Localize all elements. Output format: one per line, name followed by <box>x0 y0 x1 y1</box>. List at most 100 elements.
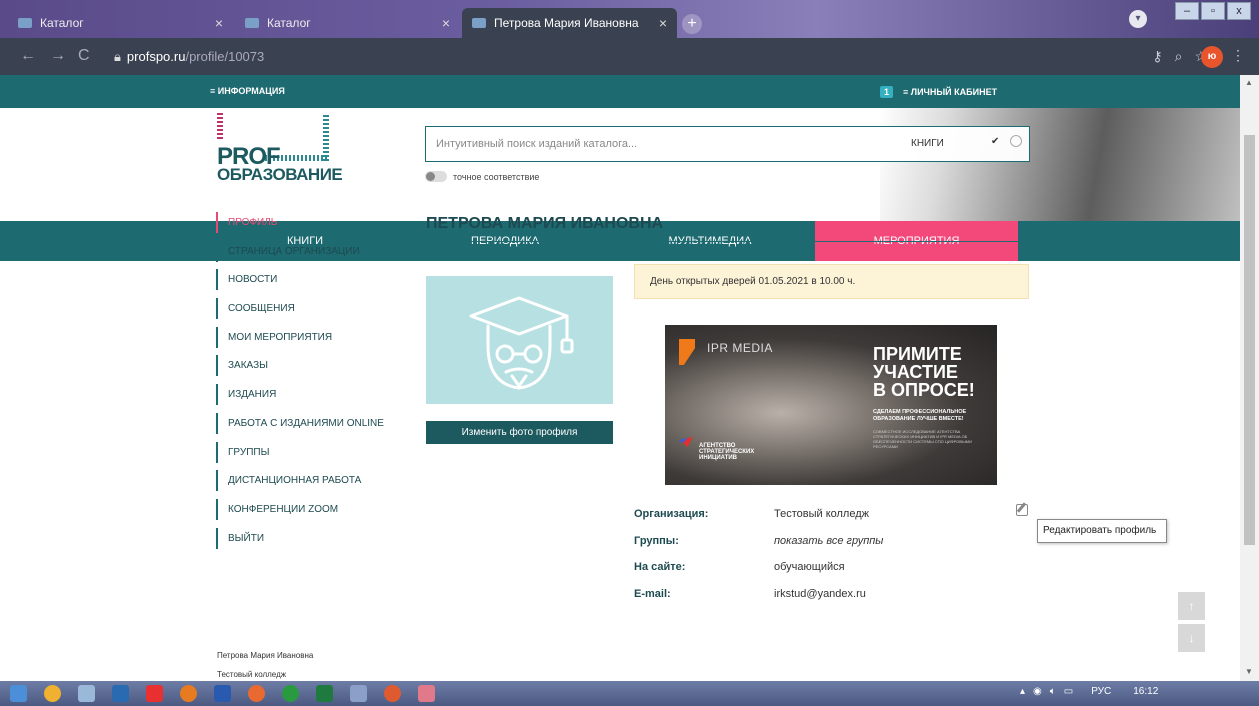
network-icon[interactable]: ◉ <box>1033 686 1042 697</box>
tray-expand-icon[interactable]: ▴ <box>1020 686 1025 697</box>
info-value: обучающийся <box>774 561 845 573</box>
tab-close-icon[interactable]: × <box>442 15 450 31</box>
exact-match-toggle[interactable] <box>425 171 447 182</box>
banner-headline-line: УЧАСТИЕ <box>873 362 958 382</box>
survey-banner[interactable]: IPR MEDIA ПРИМИТЕ УЧАСТИЕ В ОПРОСЕ! СДЕЛ… <box>665 325 997 485</box>
sidebar-item-orders[interactable]: ЗАКАЗЫ <box>216 355 406 377</box>
browser-tab-1[interactable]: Каталог × <box>8 8 233 38</box>
change-photo-button[interactable]: Изменить фото профиля <box>426 421 613 444</box>
chrome-icon[interactable] <box>418 685 435 702</box>
app-icon[interactable] <box>180 685 197 702</box>
sidebar-item-groups[interactable]: ГРУППЫ <box>216 441 406 463</box>
sidebar-item-label: ДИСТАНЦИОННАЯ РАБОТА <box>228 475 362 487</box>
browser-profile-icon[interactable]: ▾ <box>1129 10 1147 28</box>
scroll-down-button[interactable]: ↓ <box>1178 624 1205 652</box>
search-icon[interactable] <box>1010 135 1022 147</box>
maximize-button[interactable]: ▫ <box>1201 2 1225 20</box>
cabinet-menu-link[interactable]: ≡ ЛИЧНЫЙ КАБИНЕТ <box>903 87 997 97</box>
info-menu-link[interactable]: ≡ ИНФОРМАЦИЯ <box>210 86 285 96</box>
notification-badge[interactable]: 1 <box>880 86 894 98</box>
header-photo <box>880 108 1240 221</box>
web-page: ≡ ИНФОРМАЦИЯ 1 ≡ ЛИЧНЫЙ КАБИНЕТ PROF ОБР… <box>0 75 1240 681</box>
banner-brand: IPR MEDIA <box>707 341 773 355</box>
browser-tab-2[interactable]: Каталог × <box>235 8 460 38</box>
scroll-down-arrow-icon[interactable]: ▼ <box>1245 667 1253 676</box>
sidebar-item-publications[interactable]: ИЗДАНИЯ <box>216 384 406 406</box>
banner-fine-print: СОВМЕСТНОЕ ИССЛЕДОВАНИЕ АГЕНТСТВА СТРАТЕ… <box>873 429 972 449</box>
new-tab-button[interactable]: + <box>682 14 702 34</box>
graduate-avatar-icon <box>469 296 574 390</box>
sidebar-item-label: ВЫЙТИ <box>228 532 265 544</box>
browser-tab-active[interactable]: Петрова Мария Ивановна × <box>462 8 677 38</box>
chevron-down-icon[interactable]: ✔ <box>991 136 999 147</box>
cabinet-block: 1 ≡ ЛИЧНЫЙ КАБИНЕТ <box>880 86 997 98</box>
language-indicator[interactable]: РУС <box>1091 686 1111 697</box>
minimize-button[interactable]: – <box>1175 2 1199 20</box>
scroll-up-button[interactable]: ↑ <box>1178 592 1205 620</box>
info-value: Тестовый колледж <box>774 508 870 520</box>
sidebar-item-news[interactable]: НОВОСТИ <box>216 269 406 291</box>
user-avatar-icon[interactable]: ю <box>1201 46 1223 68</box>
url-host: profspo.ru <box>126 49 186 64</box>
forward-icon[interactable]: → <box>50 47 66 65</box>
scroll-up-arrow-icon[interactable]: ▲ <box>1245 78 1253 87</box>
sidebar-item-organization[interactable]: СТРАНИЦА ОРГАНИЗАЦИИ <box>216 240 406 262</box>
close-window-button[interactable]: x <box>1227 2 1251 20</box>
start-icon[interactable] <box>10 685 27 702</box>
tab-close-icon[interactable]: × <box>659 15 667 31</box>
browser-tab-bar: Каталог × Каталог × Петрова Мария Иванов… <box>0 0 1259 38</box>
app-icon[interactable] <box>350 685 367 702</box>
search-box: КНИГИ ✔ <box>425 126 1030 162</box>
banner-headline-line: В ОПРОСЕ! <box>873 380 975 400</box>
sidebar-item-zoom[interactable]: КОНФЕРЕНЦИИ ZOOM <box>216 498 406 520</box>
scrollbar-thumb[interactable] <box>1244 135 1255 545</box>
favicon-icon <box>472 18 486 28</box>
sidebar-item-remote-work[interactable]: ДИСТАНЦИОННАЯ РАБОТА <box>216 470 406 492</box>
site-logo[interactable]: PROF ОБРАЗОВАНИЕ <box>215 113 343 193</box>
info-row-email: E-mail: irkstud@yandex.ru <box>634 588 1034 608</box>
volume-icon[interactable]: 🔈︎ <box>1050 686 1056 697</box>
tab-close-icon[interactable]: × <box>215 15 223 31</box>
firefox-icon[interactable] <box>248 685 265 702</box>
reload-icon[interactable]: C <box>78 47 90 65</box>
show-all-groups-link[interactable]: показать все группы <box>774 535 883 547</box>
system-tray: ▴ ◉ 🔈︎ ▭ РУС 16:12 <box>1020 686 1158 697</box>
sidebar-item-messages[interactable]: СООБЩЕНИЯ <box>216 298 406 320</box>
back-icon[interactable]: ← <box>20 47 36 65</box>
clock[interactable]: 16:12 <box>1133 686 1158 697</box>
site-header: PROF ОБРАЗОВАНИЕ КНИГИ ✔ точное соответс… <box>0 108 1240 221</box>
sidebar-item-profile[interactable]: ПРОФИЛЬ <box>216 212 406 233</box>
app-icon[interactable] <box>384 685 401 702</box>
app-icon[interactable] <box>112 685 129 702</box>
favicon-icon <box>18 18 32 28</box>
lock-icon: 🔒︎ <box>114 49 121 64</box>
sidebar-item-label: РАБОТА С ИЗДАНИЯМИ ONLINE <box>228 417 384 429</box>
display-icon[interactable]: ▭ <box>1064 686 1073 697</box>
tab-label: Каталог <box>267 16 311 30</box>
asi-line: ИНИЦИАТИВ <box>699 455 737 461</box>
search-input[interactable] <box>426 127 896 161</box>
logo-pattern <box>217 113 223 139</box>
announcement-banner: День открытых дверей 01.05.2021 в 10.00 … <box>634 264 1029 299</box>
sidebar-item-logout[interactable]: ВЫЙТИ <box>216 527 406 549</box>
word-icon[interactable] <box>214 685 231 702</box>
asi-text: АГЕНТСТВО СТРАТЕГИЧЕСКИХ ИНИЦИАТИВ <box>699 443 754 461</box>
profile-photo <box>426 276 613 404</box>
info-key: На сайте: <box>634 561 686 573</box>
sidebar-item-my-events[interactable]: МОИ МЕРОПРИЯТИЯ <box>216 326 406 348</box>
yandex-icon[interactable] <box>146 685 163 702</box>
file-icon[interactable] <box>78 685 95 702</box>
app-icon[interactable] <box>282 685 299 702</box>
sidebar-item-label: ГРУППЫ <box>228 446 270 458</box>
info-key: Группы: <box>634 535 679 547</box>
excel-icon[interactable] <box>316 685 333 702</box>
menu-icon[interactable]: ⋮ <box>1231 47 1245 64</box>
browser-icon[interactable] <box>44 685 61 702</box>
url-field[interactable]: 🔒︎ profspo.ru/profile/10073 <box>106 44 1106 69</box>
exact-match-row: точное соответствие <box>425 171 539 182</box>
logo-pattern <box>323 113 329 161</box>
search-scope-select[interactable]: КНИГИ <box>911 138 944 149</box>
sidebar-item-online-work[interactable]: РАБОТА С ИЗДАНИЯМИ ONLINE <box>216 412 406 434</box>
info-key: Организация: <box>634 508 709 520</box>
page-scrollbar[interactable]: ▲ ▼ <box>1240 75 1259 681</box>
